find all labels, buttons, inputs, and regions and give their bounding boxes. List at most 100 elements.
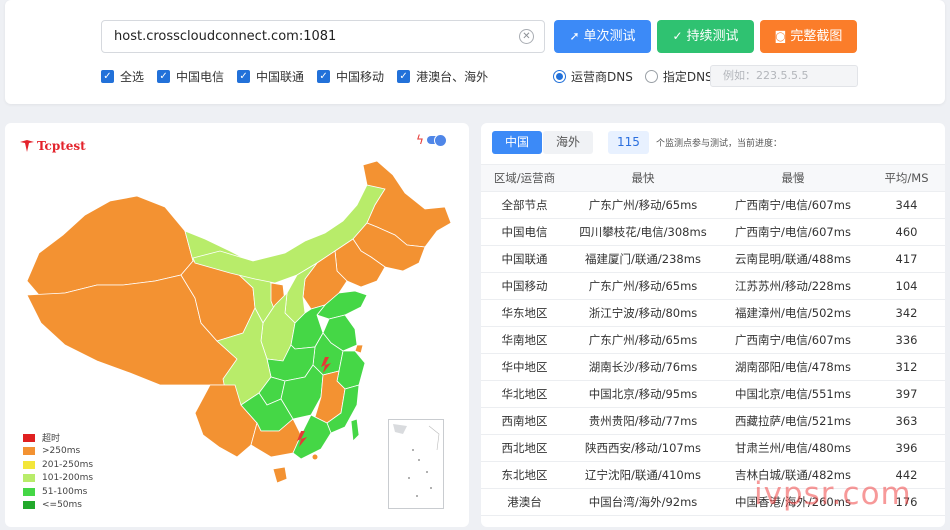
dns-option-isp[interactable]: 运营商DNS	[553, 68, 633, 85]
table-cell: 广东广州/移动/65ms	[568, 326, 718, 354]
legend-item: 201-250ms	[23, 458, 93, 472]
filter-label: 中国电信	[176, 69, 225, 84]
table-header-row: 区域/运营商 最快 最慢 平均/MS	[481, 164, 945, 192]
table-cell: 442	[868, 461, 945, 489]
map-legend: 超时 >250ms 201-250ms 101-200ms 51-100ms <…	[23, 431, 93, 512]
table-cell: 396	[868, 434, 945, 462]
table-cell: 广东广州/移动/65ms	[568, 191, 718, 219]
table-cell: 397	[868, 380, 945, 408]
table-cell: 港澳台	[481, 488, 568, 516]
map-mode-toggle[interactable]	[427, 134, 447, 147]
tab-overseas[interactable]: 海外	[543, 131, 594, 154]
table-cell: 华北地区	[481, 380, 568, 408]
filter-mobile[interactable]: ✓ 中国移动	[317, 68, 384, 85]
tcptest-logo: Tcptest	[19, 139, 86, 153]
column-header: 最快	[568, 164, 718, 192]
table-cell: 湖南长沙/移动/76ms	[568, 353, 718, 381]
table-cell: 四川攀枝花/电信/308ms	[568, 218, 718, 246]
filter-telecom[interactable]: ✓ 中国电信	[157, 68, 224, 85]
map-region-shanghai	[354, 344, 364, 354]
host-input-wrapper: ✕	[101, 20, 545, 53]
table-cell: 344	[868, 191, 945, 219]
legend-label: 201-250ms	[42, 459, 94, 470]
legend-item: <=50ms	[23, 499, 93, 513]
table-row: 华北地区 中国北京/移动/95ms 中国北京/电信/551ms 397	[481, 380, 945, 408]
checkbox-checked-icon[interactable]: ✓	[101, 69, 114, 83]
dns-option-custom[interactable]: 指定DNS:	[644, 68, 717, 85]
table-cell: 312	[868, 353, 945, 381]
checkbox-checked-icon[interactable]: ✓	[317, 69, 331, 83]
table-cell: 中国北京/移动/95ms	[568, 380, 718, 408]
table-cell: 176	[868, 488, 945, 516]
node-count-badge: 115	[608, 131, 649, 154]
table-row: 中国移动 广东广州/移动/65ms 江苏苏州/移动/228ms 104	[481, 272, 945, 300]
filter-unicom[interactable]: ✓ 中国联通	[237, 68, 304, 85]
table-cell: 陕西西安/移动/107ms	[568, 434, 718, 462]
table-cell: 东北地区	[481, 461, 568, 489]
table-cell: 广西南宁/电信/607ms	[718, 191, 868, 219]
legend-swatch	[23, 433, 35, 442]
checkbox-checked-icon[interactable]: ✓	[157, 69, 171, 83]
table-cell: 336	[868, 326, 945, 354]
filter-select-all[interactable]: ✓ 全选	[101, 68, 144, 85]
filter-overseas[interactable]: ✓ 港澳台、海外	[397, 68, 488, 85]
table-cell: 云南昆明/联通/488ms	[718, 245, 868, 273]
table-cell: 全部节点	[481, 191, 568, 219]
table-row: 华中地区 湖南长沙/移动/76ms 湖南邵阳/电信/478ms 312	[481, 353, 945, 381]
results-panel: 中国 海外 115 个监测点参与测试，当前进度： 区域/运营商 最快 最慢 平均…	[481, 123, 945, 527]
clear-circle-icon[interactable]: ✕	[519, 29, 534, 44]
table-cell: 104	[868, 272, 945, 300]
map-region-taiwan	[350, 418, 360, 442]
radio-unselected-icon[interactable]	[644, 69, 658, 83]
check-icon: ✓	[672, 29, 683, 43]
table-row: 港澳台 中国台湾/海外/92ms 中国香港/海外/260ms 176	[481, 488, 945, 516]
lightning-icon: ϟ	[416, 133, 424, 147]
table-row: 东北地区 辽宁沈阳/联通/410ms 吉林白城/联通/482ms 442	[481, 461, 945, 489]
table-cell: 342	[868, 299, 945, 327]
table-cell: 辽宁沈阳/联通/410ms	[568, 461, 718, 489]
table-row: 中国电信 四川攀枝花/电信/308ms 广西南宁/电信/607ms 460	[481, 218, 945, 246]
table-cell: 中国香港/海外/260ms	[718, 488, 868, 516]
column-header: 最慢	[718, 164, 868, 192]
filter-label: 全选	[120, 69, 145, 84]
table-cell: 中国北京/电信/551ms	[718, 380, 868, 408]
table-cell: 中国移动	[481, 272, 568, 300]
table-cell: 西南地区	[481, 407, 568, 435]
legend-swatch	[23, 460, 35, 469]
checkbox-checked-icon[interactable]: ✓	[397, 69, 411, 83]
checkbox-checked-icon[interactable]: ✓	[237, 69, 251, 83]
continuous-test-button[interactable]: ✓ 持续测试	[657, 20, 754, 53]
table-cell: 贵州贵阳/移动/77ms	[568, 407, 718, 435]
table-cell: 华中地区	[481, 353, 568, 381]
map-region-hongkong	[312, 454, 318, 460]
table-cell: 广西南宁/电信/607ms	[718, 326, 868, 354]
table-cell: 江苏苏州/移动/228ms	[718, 272, 868, 300]
table-row: 西北地区 陕西西安/移动/107ms 甘肃兰州/电信/480ms 396	[481, 434, 945, 462]
table-cell: 中国台湾/海外/92ms	[568, 488, 718, 516]
custom-dns-input[interactable]: 例如：223.5.5.5	[710, 65, 858, 87]
table-cell: 浙江宁波/移动/80ms	[568, 299, 718, 327]
table-cell: 甘肃兰州/电信/480ms	[718, 434, 868, 462]
host-input[interactable]	[102, 21, 512, 52]
table-cell: 华东地区	[481, 299, 568, 327]
region-tabs: 中国 海外 115 个监测点参与测试，当前进度：	[492, 131, 782, 154]
table-cell: 417	[868, 245, 945, 273]
table-row: 西南地区 贵州贵阳/移动/77ms 西藏拉萨/电信/521ms 363	[481, 407, 945, 435]
table-row: 华东地区 浙江宁波/移动/80ms 福建漳州/电信/502ms 342	[481, 299, 945, 327]
legend-swatch	[23, 501, 35, 510]
table-cell: 华南地区	[481, 326, 568, 354]
table-cell: 福建漳州/电信/502ms	[718, 299, 868, 327]
inset-islands	[393, 424, 440, 497]
continuous-test-label: 持续测试	[686, 29, 739, 44]
column-header: 平均/MS	[868, 164, 945, 192]
table-cell: 广东广州/移动/65ms	[568, 272, 718, 300]
table-row: 全部节点 广东广州/移动/65ms 广西南宁/电信/607ms 344	[481, 191, 945, 219]
table-cell: 吉林白城/联通/482ms	[718, 461, 868, 489]
full-screenshot-button[interactable]: ◙ 完整截图	[760, 20, 857, 53]
radio-selected-icon[interactable]	[553, 69, 566, 83]
table-cell: 中国联通	[481, 245, 568, 273]
legend-label: 101-200ms	[42, 473, 94, 484]
full-screenshot-label: 完整截图	[790, 29, 843, 44]
single-test-button[interactable]: ➚ 单次测试	[554, 20, 651, 53]
tab-china[interactable]: 中国	[492, 131, 543, 154]
